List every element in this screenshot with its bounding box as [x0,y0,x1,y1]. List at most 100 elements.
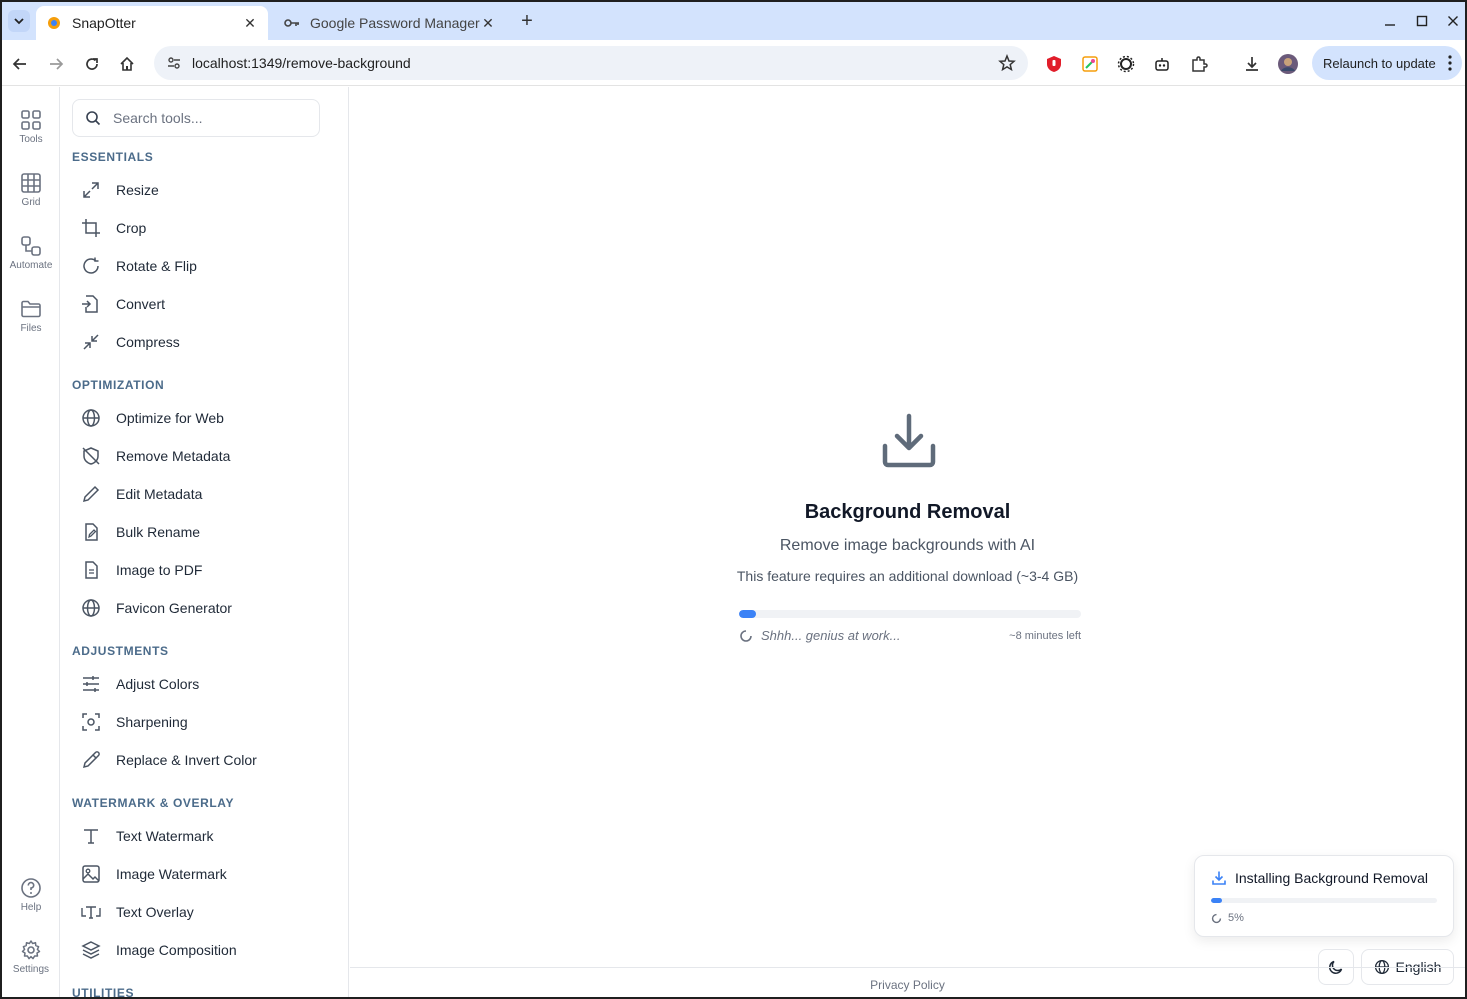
section-title-essentials: ESSENTIALS [72,150,154,164]
tab-search-button[interactable] [8,10,30,32]
bookmark-star-icon[interactable] [998,53,1016,75]
tab-title: SnapOtter [72,15,136,31]
tool-image-composition[interactable]: Image Composition [80,934,320,966]
tool-optimize-web[interactable]: Optimize for Web [80,402,320,434]
focus-icon [80,711,102,733]
tool-label: Text Overlay [116,904,194,920]
tab-title: Google Password Manager [310,15,480,31]
minimize-icon[interactable] [1378,10,1402,32]
robot-extension-icon[interactable] [1151,53,1173,75]
tool-rotate-flip[interactable]: Rotate & Flip [80,250,320,282]
tool-remove-metadata[interactable]: Remove Metadata [80,440,320,472]
tool-label: Image to PDF [116,562,203,578]
tool-resize[interactable]: Resize [80,174,320,206]
spinner-icon [740,629,752,642]
maximize-icon[interactable] [1410,10,1434,32]
forward-icon[interactable] [44,52,68,76]
tool-convert[interactable]: Convert [80,288,320,320]
workflow-icon [21,236,41,256]
install-progress-bar [739,610,1081,618]
tool-image-to-pdf[interactable]: Image to PDF [80,554,320,586]
url-text: localhost:1349/remove-background [192,55,411,71]
profile-avatar[interactable] [1277,53,1299,75]
section-title-utilities: UTILITIES [72,986,135,999]
tool-edit-metadata[interactable]: Edit Metadata [80,478,320,510]
new-tab-button[interactable]: + [516,10,538,32]
color-picker-extension-icon[interactable] [1079,53,1101,75]
tool-crop[interactable]: Crop [80,212,320,244]
install-toast: Installing Background Removal 5% [1194,855,1454,937]
close-tab-icon[interactable]: ✕ [242,15,258,31]
app-root: Tools Grid Automate Files Help Settings [2,87,1465,999]
search-box[interactable] [72,99,320,137]
pencil-icon [80,483,102,505]
expand-arrows-icon [80,179,102,201]
privacy-policy-link[interactable]: Privacy Policy [870,978,945,992]
grid-2x2-icon [21,110,41,130]
tool-text-overlay[interactable]: Text Overlay [80,896,320,928]
close-tab-icon[interactable]: ✕ [480,15,496,31]
toast-title: Installing Background Removal [1235,870,1428,886]
rotate-icon [80,255,102,277]
spinner-icon [1211,913,1222,923]
type-icon [80,825,102,847]
tool-bulk-rename[interactable]: Bulk Rename [80,516,320,548]
tool-text-watermark[interactable]: Text Watermark [80,820,320,852]
rail-item-settings[interactable]: Settings [2,939,60,991]
home-icon[interactable] [115,52,139,76]
help-circle-icon [21,878,41,898]
site-info-icon[interactable] [166,55,182,71]
file-text-icon [80,559,102,581]
search-input[interactable] [113,110,303,126]
tool-sharpening[interactable]: Sharpening [80,706,320,738]
shrink-arrows-icon [80,331,102,353]
status-message: Shhh... genius at work... [761,628,901,643]
reload-icon[interactable] [80,52,104,76]
tool-label: Bulk Rename [116,524,201,540]
back-icon[interactable] [8,52,32,76]
tab-password-manager[interactable]: Google Password Manager ✕ [274,6,506,40]
rail-item-help[interactable]: Help [2,877,60,929]
rail-item-files[interactable]: Files [2,298,60,350]
main-content: Background Removal Remove image backgrou… [350,87,1465,997]
tool-label: Optimize for Web [116,410,224,426]
image-icon [80,863,102,885]
shield-extension-icon[interactable] [1043,53,1065,75]
rail-label: Files [20,323,42,334]
install-status-row: Shhh... genius at work... ~8 minutes lef… [739,628,1081,643]
download-icon[interactable] [1241,53,1263,75]
search-icon [86,111,101,126]
relaunch-button[interactable]: Relaunch to update [1312,46,1462,80]
chevron-down-icon [14,18,24,25]
install-progress-fill [739,610,757,618]
tool-compress[interactable]: Compress [80,326,320,358]
snapotter-favicon-icon [46,15,62,31]
tool-image-watermark[interactable]: Image Watermark [80,858,320,890]
tool-label: Text Watermark [116,828,214,844]
browser-toolbar: localhost:1349/remove-background Relaunc… [2,40,1465,86]
close-window-icon[interactable] [1441,10,1465,32]
download-icon [1212,871,1226,885]
rail-item-grid[interactable]: Grid [2,172,60,224]
rail-label: Automate [9,260,53,271]
extensions-puzzle-icon[interactable] [1188,53,1210,75]
feature-title: Background Removal [804,501,1011,523]
eyedropper-icon [80,749,102,771]
rail-item-automate[interactable]: Automate [2,235,60,287]
tool-label: Resize [116,182,159,198]
more-menu-icon[interactable] [1448,55,1452,74]
tool-favicon-generator[interactable]: Favicon Generator [80,592,320,624]
text-box-icon [80,901,102,923]
tool-adjust-colors[interactable]: Adjust Colors [80,668,320,700]
rail-label: Help [20,902,42,913]
toast-progress-bar [1211,898,1437,903]
rail-item-tools[interactable]: Tools [2,109,60,161]
toast-percent: 5% [1228,912,1244,924]
address-bar[interactable]: localhost:1349/remove-background [154,46,1028,80]
tool-label: Image Composition [116,942,237,958]
tool-replace-invert-color[interactable]: Replace & Invert Color [80,744,320,776]
sun-extension-icon[interactable] [1115,53,1137,75]
tab-snapotter[interactable]: SnapOtter ✕ [36,6,268,40]
download-tray-icon [882,413,936,468]
key-icon [284,15,300,31]
